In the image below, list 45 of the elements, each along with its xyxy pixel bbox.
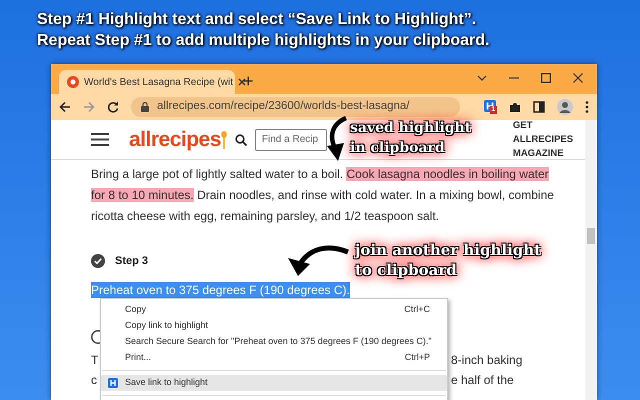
text-fragment: c [91, 372, 98, 388]
menu-item-label: Copy [125, 303, 148, 316]
menu-item-label: Print... [125, 351, 152, 364]
close-icon[interactable] [573, 73, 583, 83]
heading-text: Step #1 Highlight text and select “Save Link to Highlight”. [37, 10, 478, 30]
menu-item-label: Search Secure Search for "Preheat oven to 375 degrees F (190 degrees C)." [125, 335, 432, 348]
site-favicon-icon [67, 76, 79, 88]
curved-arrow-icon [326, 116, 348, 162]
avatar-icon[interactable] [557, 99, 573, 115]
tab-title: World's Best Lasagna Recipe (wit [84, 76, 234, 90]
menu-item[interactable]: Print... Ctrl+P [101, 350, 447, 366]
menu-item-label: Copy link to highlight [125, 319, 210, 332]
shortcut-text: Ctrl+P [404, 351, 430, 364]
side-panel-icon[interactable] [533, 101, 545, 113]
menu-item[interactable]: Save link to highlight [101, 375, 447, 391]
lock-icon [141, 102, 149, 112]
menu-item[interactable]: Copy Ctrl+C [101, 302, 447, 318]
reload-icon[interactable] [107, 101, 119, 113]
text-fragment: e half of the [451, 372, 514, 388]
address-bar[interactable]: allrecipes.com/recipe/23600/worlds-best-lasagna/ [131, 97, 460, 117]
url-text: allrecipes.com/recipe/23600/worlds-best-lasagna/ [157, 99, 410, 114]
minimize-icon[interactable] [509, 77, 519, 79]
search-icon[interactable] [234, 134, 247, 146]
step-label: Step 3 [115, 254, 148, 269]
chevron-down-icon[interactable] [477, 75, 487, 81]
site-logo[interactable]: allrecipes [129, 124, 221, 156]
magazine-link[interactable]: GET ALLRECIPES MAGAZINE [512, 118, 585, 160]
heading-text: Repeat Step #1 to add multiple highlights in your clipboard. [37, 31, 490, 51]
maximize-icon[interactable] [541, 73, 551, 83]
instruction-paragraph: Bring a large pot of lightly salted water to a boil. Cook lasagna noodles in boiling water for 8 to 10 minutes. Drain noodles, and rinse with cold water. In a mixing bowl, combine ricotta cheese with egg, remaining parsley, and 1/2 teaspoon salt. [91, 166, 555, 225]
shortcut-text: Ctrl+C [404, 303, 430, 316]
menu-item[interactable]: Copy link to highlight [101, 318, 447, 334]
new-tab-button[interactable]: + [243, 70, 254, 92]
text-fragment: 8-inch baking [451, 352, 522, 368]
menu-item[interactable]: Search Secure Search for "Preheat oven to 375 degrees F (190 degrees C)." [101, 334, 447, 350]
spoon-icon [220, 130, 227, 148]
menu-icon[interactable] [91, 133, 109, 146]
more-menu-icon[interactable] [585, 101, 589, 113]
search-field[interactable]: Find a Recip [254, 128, 327, 150]
scrollbar-thumb[interactable] [587, 228, 595, 244]
back-icon[interactable] [59, 101, 71, 113]
menu-item-label: Save link to highlight [125, 376, 209, 390]
selected-text: Preheat oven to 375 degrees F (190 degrees C). [91, 282, 350, 298]
highlight-extension-icon [108, 378, 118, 388]
text-fragment: T [91, 352, 99, 368]
